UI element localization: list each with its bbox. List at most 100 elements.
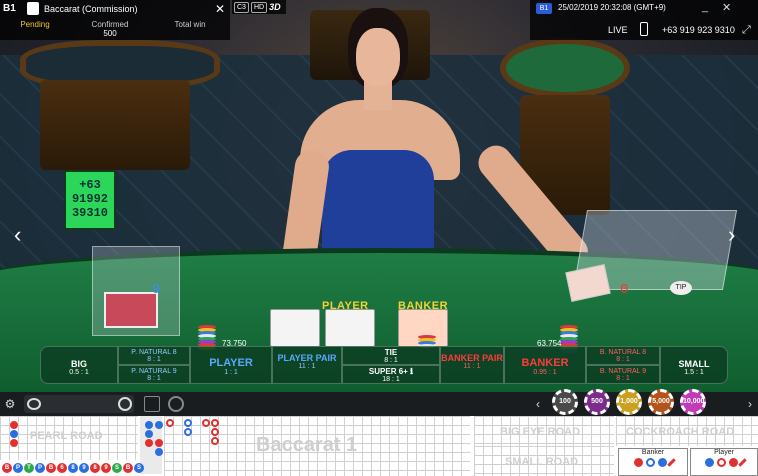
chip-5000[interactable]: 5,000 xyxy=(648,389,674,415)
live-baccarat-screen: PLAYER BANKER 9 0 +63 91992 39310 ‹ › TI… xyxy=(0,0,758,476)
chip-10000[interactable]: 10,000 xyxy=(680,389,706,415)
legend-stat-icon: 8 xyxy=(90,462,100,473)
hd-tag[interactable]: HD xyxy=(250,1,268,13)
prediction-ring-icon xyxy=(716,458,726,467)
legend-stat-icon: 6 xyxy=(57,462,67,473)
settings-gear-icon[interactable]: ⚙ xyxy=(2,396,18,412)
history-icon[interactable] xyxy=(168,396,184,412)
big-road-mark xyxy=(202,419,210,427)
bet-odds: 8 : 1 xyxy=(147,375,161,382)
banker-prediction-label: Banker xyxy=(641,449,665,456)
player-prediction-label: Player xyxy=(714,449,734,456)
big-road-mark xyxy=(184,419,192,427)
minimize-icon[interactable]: _ xyxy=(702,1,708,13)
total-win-label: Total win xyxy=(174,20,206,29)
bet-title: SUPER 6+ xyxy=(368,367,408,376)
info-icon[interactable]: ℹ xyxy=(410,367,413,376)
legend-stat-icon: B xyxy=(2,462,12,473)
bet-title: TIE xyxy=(384,348,398,357)
camera-tag[interactable]: C3 xyxy=(234,1,249,13)
bet-player-pair[interactable]: PLAYER PAIR 11 : 1 xyxy=(272,346,342,384)
chip-value: 10,000 xyxy=(683,398,705,405)
cards-icon xyxy=(27,2,39,15)
legend-stat-icon: 8 xyxy=(68,462,78,473)
chip-selector-panel[interactable] xyxy=(24,395,134,413)
background-table-left-base xyxy=(40,80,190,170)
previous-table-chevron-icon[interactable]: ‹ xyxy=(14,222,21,248)
chip-100[interactable]: 100 xyxy=(552,389,578,415)
bet-odds: 8 : 1 xyxy=(147,356,161,363)
prediction-slash-icon xyxy=(737,458,747,467)
banker-prediction[interactable]: Banker xyxy=(618,448,688,476)
bet-odds: 11 : 1 xyxy=(298,363,316,370)
close-icon[interactable]: ✕ xyxy=(215,2,225,16)
big-road-mark xyxy=(184,428,192,436)
bet-title: PLAYER xyxy=(209,357,253,369)
game-name: Baccarat (Commission) xyxy=(44,4,138,14)
bet-small[interactable]: SMALL 1.5 : 1 xyxy=(660,346,728,384)
pearl-bead xyxy=(10,430,18,438)
bet-super-6[interactable]: SUPER 6+ ℹ 18 : 1 xyxy=(342,365,440,384)
chip-value: 1,000 xyxy=(620,398,638,405)
pearl-bead xyxy=(145,439,153,447)
refresh-icon[interactable] xyxy=(118,397,132,411)
big-road-label: Baccarat 1 xyxy=(256,434,358,456)
datetime: 25/02/2019 20:32:08 (GMT+9) xyxy=(558,3,666,12)
contact-line: 91992 xyxy=(71,192,108,206)
bet-banker-pair[interactable]: BANKER PAIR 11 : 1 xyxy=(440,346,504,384)
statistics-legend: BPTPB68989SBS xyxy=(0,459,144,476)
small-road-label: SMALL ROAD xyxy=(505,456,579,468)
chip-value: 500 xyxy=(591,398,603,405)
lobby-icon[interactable] xyxy=(144,396,160,412)
table-badge: B1 xyxy=(536,3,552,14)
chip-500[interactable]: 500 xyxy=(584,389,610,415)
phone-number: +63 919 923 9310 xyxy=(662,25,735,35)
legend-stat-icon: P xyxy=(13,462,23,473)
fullscreen-icon[interactable]: ⤢ xyxy=(742,24,751,37)
bet-area: BIG 0.5 : 1 P. NATURAL 8 8 : 1 P. NATURA… xyxy=(40,346,728,386)
bet-p-natural-9[interactable]: P. NATURAL 9 8 : 1 xyxy=(118,365,190,384)
discard-cards xyxy=(104,292,158,328)
bet-odds: 8 : 1 xyxy=(616,356,630,363)
bet-title: B. NATURAL 9 xyxy=(599,368,647,375)
bet-banker[interactable]: BANKER 0.95 : 1 xyxy=(504,346,586,384)
bet-title: PLAYER PAIR xyxy=(277,353,337,363)
next-table-chevron-icon[interactable]: › xyxy=(728,222,735,248)
chip-value: 100 xyxy=(559,398,571,405)
prediction-dot-icon xyxy=(657,458,667,467)
player-prediction[interactable]: Player xyxy=(690,448,758,476)
confirmed-column: Confirmed 500 xyxy=(75,20,145,38)
session-info-panel: B1 25/02/2019 20:32:08 (GMT+9) _ ✕ ⤢ LIV… xyxy=(530,0,758,40)
legend-stat-icon: T xyxy=(24,462,34,473)
total-win-column: Total win xyxy=(155,20,225,29)
game-info-panel: B1 Baccarat (Commission) ✕ Pending Confi… xyxy=(0,0,230,40)
big-road-mark xyxy=(211,428,219,436)
prediction-slash-icon xyxy=(666,458,676,467)
tip-button[interactable]: TIP xyxy=(670,281,692,295)
bet-b-natural-8[interactable]: B. NATURAL 8 8 : 1 xyxy=(586,346,660,365)
big-road-mark xyxy=(166,419,174,427)
bet-tie[interactable]: TIE 8 : 1 xyxy=(342,346,440,365)
dealer-dress xyxy=(322,150,434,255)
chips-next-chevron-icon[interactable]: › xyxy=(742,396,758,412)
dealer-face xyxy=(356,28,400,86)
legend-stat-icon: S xyxy=(134,462,144,473)
bet-odds: 0.95 : 1 xyxy=(533,369,557,376)
table-id: B1 xyxy=(3,3,16,14)
bet-big[interactable]: BIG 0.5 : 1 xyxy=(40,346,118,384)
bet-title: SMALL xyxy=(678,359,710,369)
close-window-icon[interactable]: ✕ xyxy=(722,1,731,14)
chip-1000[interactable]: 1,000 xyxy=(616,389,642,415)
3d-tag[interactable]: 3D xyxy=(269,2,281,12)
player-score: 9 xyxy=(152,282,161,298)
stream-tags: C3 HD 3D xyxy=(232,0,286,14)
bet-p-natural-8[interactable]: P. NATURAL 8 8 : 1 xyxy=(118,346,190,365)
bet-odds: 11 : 1 xyxy=(463,363,481,370)
bet-player[interactable]: PLAYER 1 : 1 xyxy=(190,346,272,384)
bet-odds: 8 : 1 xyxy=(384,357,398,364)
bet-b-natural-9[interactable]: B. NATURAL 9 8 : 1 xyxy=(586,365,660,384)
legend-stat-icon: 9 xyxy=(79,462,89,473)
chips-prev-chevron-icon[interactable]: ‹ xyxy=(530,396,546,412)
bet-title: BIG xyxy=(70,359,87,369)
bet-odds: 8 : 1 xyxy=(616,375,630,382)
